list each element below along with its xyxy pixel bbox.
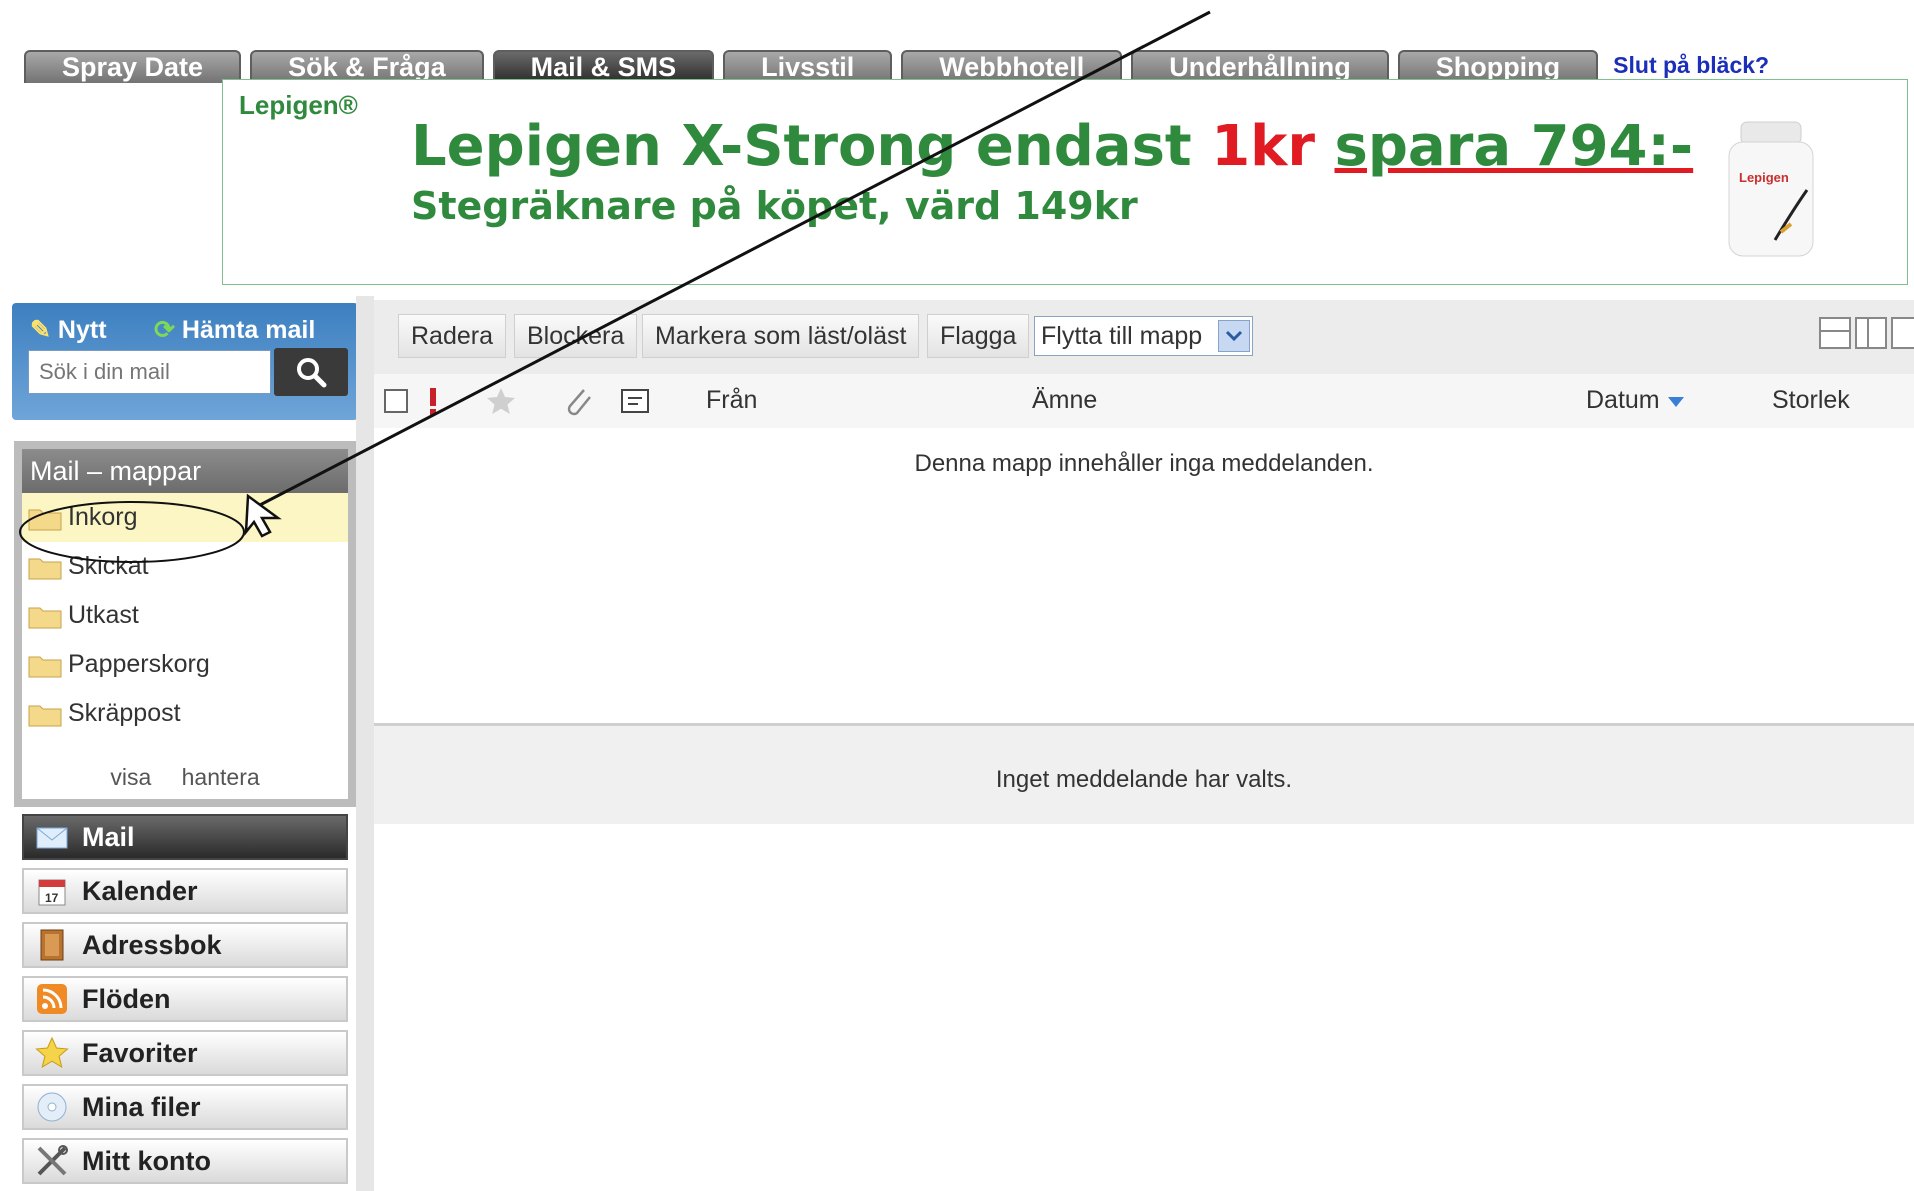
folder-label: Skickat [68, 552, 149, 580]
nav-label: Mina filer [82, 1091, 201, 1122]
message-icon[interactable] [620, 388, 650, 414]
folder-label: Papperskorg [68, 650, 210, 678]
mail-folders-panel: Mail – mappar Inkorg Skickat Utkast Papp… [14, 441, 356, 807]
preview-pane: Inget meddelande har valts. [374, 723, 1914, 824]
envelope-icon [34, 819, 70, 855]
mark-read-unread-button[interactable]: Markera som läst/oläst [642, 314, 920, 358]
sidebar-divider [356, 296, 374, 1191]
folder-label: Skräppost [68, 699, 181, 727]
mail-toolbar: Radera Blockera Markera som läst/oläst F… [374, 300, 1914, 374]
refresh-icon: ⟳ [154, 316, 175, 344]
priority-icon[interactable] [426, 386, 440, 416]
folder-icon [28, 509, 62, 530]
column-date[interactable]: Datum [1586, 386, 1685, 415]
folders-show-link[interactable]: visa [110, 764, 151, 790]
folder-spam[interactable]: Skräppost [22, 689, 348, 738]
delete-button[interactable]: Radera [398, 314, 506, 358]
no-message-selected-text: Inget meddelande har valts. [995, 766, 1293, 793]
nav-label: Mitt konto [82, 1145, 211, 1176]
folders-title: Mail – mappar [22, 449, 348, 493]
banner-save: spara 794:- [1334, 114, 1694, 179]
nav-feeds[interactable]: Flöden [22, 976, 348, 1022]
folder-inbox[interactable]: Inkorg [22, 493, 348, 542]
select-all-checkbox[interactable] [384, 389, 408, 413]
message-list-header: Från Ämne Datum Storlek [374, 374, 1914, 428]
empty-folder-message: Denna mapp innehåller inga meddelanden. [914, 450, 1374, 477]
banner-headline-text: Lepigen X-Strong endast [411, 114, 1212, 179]
nav-label: Favoriter [82, 1037, 198, 1068]
banner-ad[interactable]: Lepigen® Lepigen X-Strong endast 1kr spa… [222, 79, 1908, 285]
sort-desc-icon [1667, 397, 1684, 407]
fetch-mail-label: Hämta mail [181, 316, 316, 344]
nav-favorites[interactable]: Favoriter [22, 1030, 348, 1076]
folder-actions: visa hantera [22, 764, 348, 791]
addressbook-icon [34, 927, 70, 963]
column-size[interactable]: Storlek [1772, 386, 1850, 415]
product-label: Lepigen [1739, 170, 1789, 185]
column-subject[interactable]: Ämne [1032, 386, 1097, 415]
column-date-label: Datum [1586, 386, 1660, 414]
nav-label: Adressbok [82, 929, 222, 960]
nav-label: Kalender [82, 875, 198, 906]
product-jar-image: Lepigen [1728, 121, 1814, 257]
folder-icon [28, 656, 62, 677]
folder-icon [28, 607, 62, 628]
nav-addressbook[interactable]: Adressbok [22, 922, 348, 968]
new-mail-link[interactable]: ✎ Nytt [30, 315, 107, 345]
nav-label: Flöden [82, 983, 171, 1014]
folder-sent[interactable]: Skickat [22, 542, 348, 591]
folder-icon [28, 558, 62, 579]
search-icon [297, 358, 327, 388]
tab-spray-date[interactable]: Spray Date [24, 50, 242, 83]
fetch-mail-link[interactable]: ⟳ Hämta mail [154, 315, 315, 345]
mail-search-input[interactable] [28, 350, 271, 394]
star-column-icon[interactable] [486, 386, 516, 416]
nav-calendar[interactable]: 17 Kalender [22, 868, 348, 914]
attachment-icon[interactable] [562, 384, 594, 418]
folder-label: Utkast [68, 601, 139, 629]
flag-button[interactable]: Flagga [927, 314, 1030, 358]
folders-manage-link[interactable]: hantera [182, 764, 260, 790]
move-to-folder-select[interactable]: Flytta till mapp [1034, 316, 1253, 356]
tools-icon [34, 1143, 70, 1179]
layout-toggle-icons[interactable] [1818, 316, 1914, 350]
nav-mail[interactable]: Mail [22, 814, 348, 860]
folder-drafts[interactable]: Utkast [22, 591, 348, 640]
move-to-folder-value: Flytta till mapp [1041, 321, 1203, 350]
quick-actions-box: ✎ Nytt ⟳ Hämta mail [12, 303, 358, 420]
banner-price: 1kr [1211, 114, 1316, 179]
star-icon [34, 1035, 70, 1071]
nav-my-files[interactable]: Mina filer [22, 1084, 348, 1130]
new-mail-label: Nytt [57, 316, 107, 344]
column-from[interactable]: Från [706, 386, 757, 415]
folder-label: Inkorg [68, 503, 138, 531]
calendar-icon: 17 [34, 873, 70, 909]
folder-trash[interactable]: Papperskorg [22, 640, 348, 689]
banner-logo: Lepigen® [239, 90, 358, 120]
calendar-icon-day: 17 [45, 891, 59, 905]
rss-icon [34, 981, 70, 1017]
banner-headline: Lepigen X-Strong endast 1kr spara 794:- [411, 114, 1693, 179]
folder-icon [28, 705, 62, 726]
nav-my-account[interactable]: Mitt konto [22, 1138, 348, 1184]
disc-icon [34, 1089, 70, 1125]
pencil-icon: ✎ [30, 316, 51, 344]
search-button[interactable] [274, 348, 348, 396]
block-button[interactable]: Blockera [514, 314, 638, 358]
banner-subline: Stegräknare på köpet, värd 149kr [411, 184, 1138, 228]
nav-label: Mail [82, 821, 135, 852]
chevron-down-icon [1218, 320, 1250, 352]
top-tab-bar: Spray Date Sök & Fråga Mail & SMS Livsst… [24, 48, 1769, 83]
